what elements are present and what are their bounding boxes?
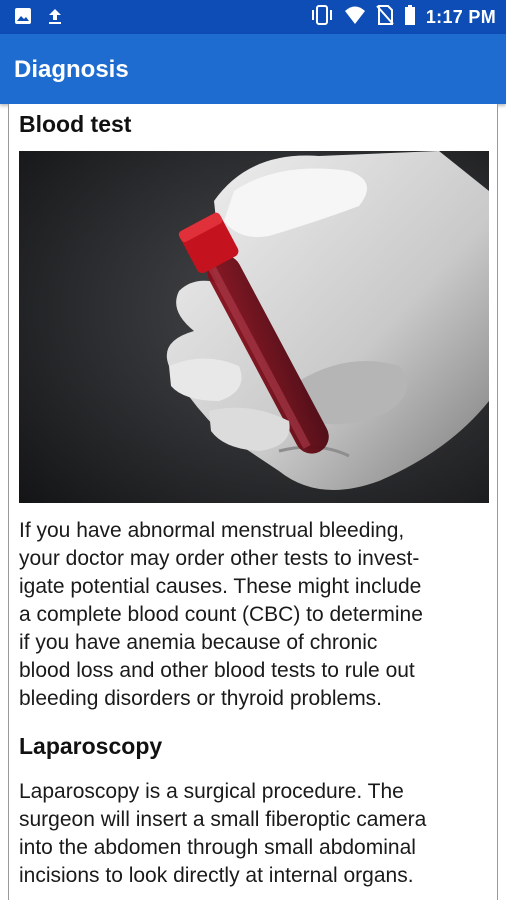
laparoscopy-paragraph: Laparoscopy is a surgical procedure. The… <box>19 778 491 890</box>
text-line: into the abdomen through small abdominal <box>19 836 416 859</box>
vibrate-icon <box>310 5 334 30</box>
upload-icon <box>46 7 64 30</box>
status-time: 1:17 PM <box>425 7 496 27</box>
text-line: Laparoscopy is a surgical procedure. The <box>19 780 404 803</box>
section-heading-laparoscopy: Laparoscopy <box>19 733 163 759</box>
no-sim-icon <box>376 5 394 30</box>
text-line: surgeon will insert a small fiberoptic c… <box>19 808 427 831</box>
battery-icon <box>404 5 416 30</box>
text-line: incisions to look directly at internal o… <box>19 864 414 887</box>
wifi-icon <box>344 5 366 30</box>
article-content[interactable]: Blood test If you have abnormal menstrua… <box>8 104 498 900</box>
blood-test-photo <box>19 151 489 503</box>
text-line: bleeding disorders or thyroid problems. <box>19 687 383 710</box>
image-icon <box>14 7 32 30</box>
text-line: your doctor may order other tests to inv… <box>19 547 420 570</box>
text-line: blood loss and other blood tests to rule… <box>19 659 415 682</box>
text-line: igate potential causes. These might incl… <box>19 575 422 598</box>
status-bar: 1:17 PM <box>0 0 506 34</box>
text-line: if you have anemia because of chronic <box>19 631 378 654</box>
text-line: a complete blood count (CBC) to determin… <box>19 603 423 626</box>
page-title: Diagnosis <box>14 56 129 83</box>
app-bar: Diagnosis <box>0 34 506 104</box>
blood-test-paragraph: If you have abnormal menstrual bleeding,… <box>19 517 491 713</box>
text-line: If you have abnormal menstrual bleeding, <box>19 519 405 542</box>
section-heading-blood-test: Blood test <box>19 111 132 137</box>
